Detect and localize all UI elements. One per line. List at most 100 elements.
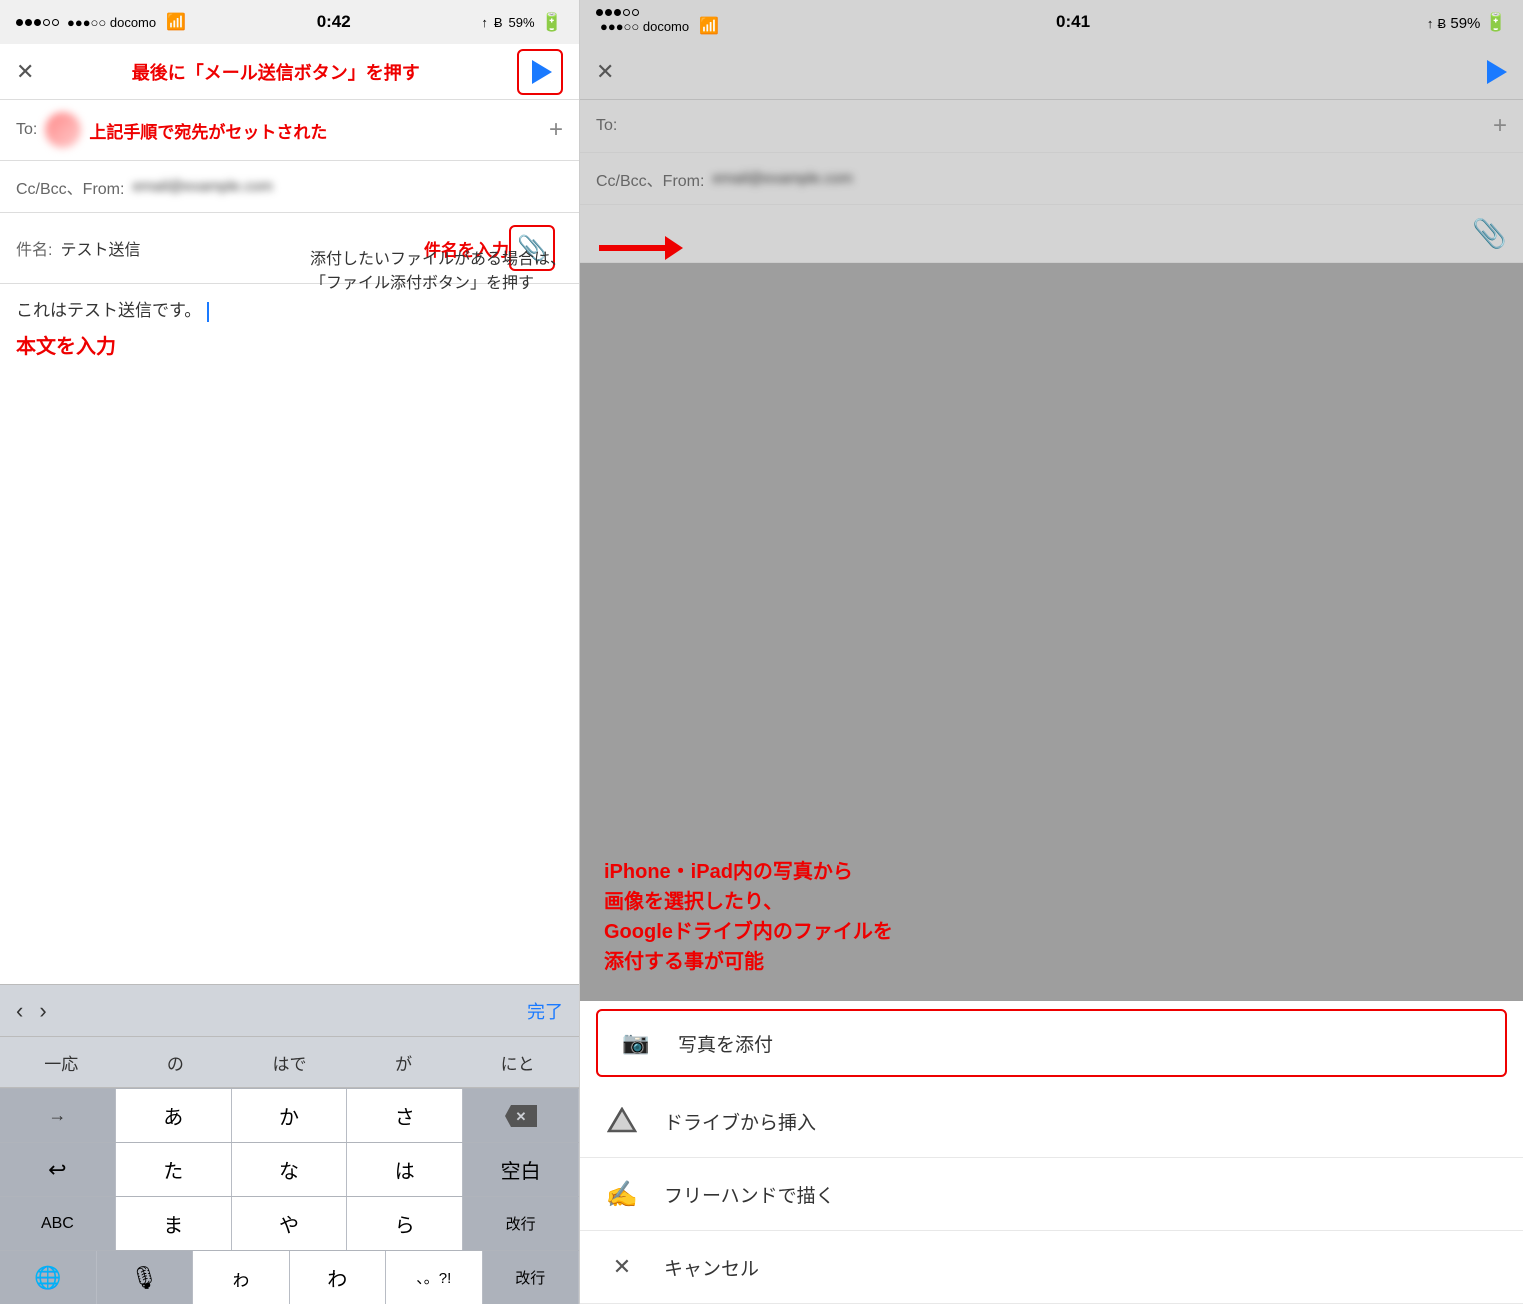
arrow-shaft xyxy=(599,245,669,251)
paperclip-icon: 📎 xyxy=(517,234,547,263)
freehand-button[interactable]: ✍ フリーハンドで描く xyxy=(580,1158,1523,1231)
arrow-head xyxy=(665,236,683,260)
right-battery-icon: 🔋 xyxy=(1485,12,1507,32)
drive-insert-label: ドライブから挿入 xyxy=(664,1108,816,1135)
drive-insert-button[interactable]: ドライブから挿入 xyxy=(580,1085,1523,1158)
suggestion-bar: 一応 の はで が にと xyxy=(0,1036,579,1088)
key-ra[interactable]: ら xyxy=(347,1197,463,1250)
keyboard-row-3: ABC ま や ら 改行 xyxy=(0,1196,579,1250)
right-to-label: To: xyxy=(596,117,617,135)
body-capability-annotation: iPhone・iPad内の写真から 画像を選択したり、 Googleドライブ内の… xyxy=(604,857,893,977)
right-add-recipient-button[interactable]: + xyxy=(1493,112,1507,140)
key-ha[interactable]: は xyxy=(347,1143,463,1196)
key-ta[interactable]: た xyxy=(116,1143,232,1196)
done-button[interactable]: 完了 xyxy=(527,998,563,1024)
battery-percent: 59% xyxy=(509,15,535,30)
drive-icon xyxy=(604,1103,640,1139)
to-label: To: xyxy=(16,121,37,139)
suggestion-4[interactable]: が xyxy=(395,1050,412,1075)
keyboard-toolbar: ‹ › 完了 xyxy=(0,984,579,1036)
cancel-button[interactable]: ✕ キャンセル xyxy=(580,1231,1523,1304)
subject-field: 件名: テスト送信 件名を入力 📎 xyxy=(0,213,579,284)
attach-photo-button[interactable]: 📷 写真を添付 xyxy=(596,1009,1507,1077)
key-arrow-right[interactable]: → xyxy=(0,1089,116,1142)
right-status-bar: ●●●○○ docomo 📶 0:41 ↑ Ƀ 59% 🔋 xyxy=(580,0,1523,44)
japanese-keyboard: → あ か さ ✕ ↩ た な は 空白 ABC ま xyxy=(0,1088,579,1304)
battery-icon: 🔋 xyxy=(541,12,563,33)
wifi-icon: 📶 xyxy=(166,12,186,32)
prev-field-button[interactable]: ‹ xyxy=(16,998,23,1024)
right-signal-icon xyxy=(596,9,719,16)
right-carrier: ●●●○○ docomo 📶 xyxy=(596,9,719,36)
close-button[interactable]: ✕ xyxy=(16,59,34,85)
send-icon xyxy=(532,60,552,84)
key-newline[interactable]: 改行 xyxy=(483,1251,580,1304)
cc-label: Cc/Bcc、From: xyxy=(16,175,124,199)
signal-icon xyxy=(16,19,59,26)
carrier-name: ●●●○○ docomo xyxy=(67,15,156,30)
right-close-button[interactable]: ✕ xyxy=(596,59,614,85)
to-annotation: 上記手順で宛先がセットされた xyxy=(89,118,327,143)
key-space[interactable]: 空白 xyxy=(463,1143,579,1196)
right-to-field: To: + xyxy=(580,100,1523,153)
right-panel: ●●●○○ docomo 📶 0:41 ↑ Ƀ 59% 🔋 ✕ To: + Cc… xyxy=(580,0,1523,1304)
attach-photo-label: 写真を添付 xyxy=(678,1030,773,1057)
key-wa[interactable]: わ xyxy=(290,1251,387,1304)
keyboard-row-4: 🌐 🎙 ゎ わ 、。?! 改行 xyxy=(0,1250,579,1304)
left-carrier: ●●●○○ docomo 📶 xyxy=(16,12,186,32)
right-toolbar: ✕ xyxy=(580,44,1523,100)
key-abc[interactable]: ABC xyxy=(0,1197,116,1250)
next-field-button[interactable]: › xyxy=(39,998,46,1024)
camera-icon: 📷 xyxy=(618,1025,654,1061)
suggestion-5[interactable]: にと xyxy=(501,1050,535,1075)
right-attachment-button[interactable]: 📎 xyxy=(1472,217,1507,250)
keyboard-nav: ‹ › xyxy=(16,998,527,1024)
key-wa-small[interactable]: ゎ xyxy=(193,1251,290,1304)
suggestion-2[interactable]: の xyxy=(167,1050,184,1075)
from-address: email@example.com xyxy=(132,178,272,195)
send-button[interactable] xyxy=(517,49,563,95)
right-cc-field: Cc/Bcc、From: email@example.com xyxy=(580,153,1523,205)
key-mic[interactable]: 🎙 xyxy=(97,1251,194,1304)
mail-body[interactable]: これはテスト送信です。 本文を入力 xyxy=(0,284,579,984)
text-cursor xyxy=(207,302,209,322)
bluetooth-icon: Ƀ xyxy=(494,15,503,30)
key-na[interactable]: な xyxy=(232,1143,348,1196)
key-punctuation[interactable]: 、。?! xyxy=(386,1251,483,1304)
key-sa[interactable]: さ xyxy=(347,1089,463,1142)
backspace-button[interactable]: ✕ xyxy=(463,1089,579,1142)
arrow-annotation xyxy=(599,245,669,251)
freehand-icon: ✍ xyxy=(604,1176,640,1212)
right-send-button[interactable] xyxy=(1483,60,1507,84)
right-wifi-icon: 📶 xyxy=(699,18,719,35)
right-battery-area: ↑ Ƀ 59% 🔋 xyxy=(1427,12,1507,33)
location-icon: ↑ xyxy=(481,15,488,30)
key-ya[interactable]: や xyxy=(232,1197,348,1250)
left-status-bar: ●●●○○ docomo 📶 0:42 ↑ Ƀ 59% 🔋 xyxy=(0,0,579,44)
key-enter[interactable]: 改行 xyxy=(463,1197,579,1250)
right-battery-percent: 59% xyxy=(1450,15,1480,32)
add-recipient-button[interactable]: + xyxy=(549,116,563,144)
right-from-address: email@example.com xyxy=(712,170,852,187)
key-globe[interactable]: 🌐 xyxy=(0,1251,97,1304)
backspace-icon: ✕ xyxy=(503,1103,539,1129)
right-body-area: iPhone・iPad内の写真から 画像を選択したり、 Googleドライブ内の… xyxy=(580,263,1523,1001)
cc-bcc-field: Cc/Bcc、From: email@example.com xyxy=(0,161,579,213)
battery-area: ↑ Ƀ 59% 🔋 xyxy=(481,12,563,33)
key-ma[interactable]: ま xyxy=(116,1197,232,1250)
key-return[interactable]: ↩ xyxy=(0,1143,116,1196)
key-a[interactable]: あ xyxy=(116,1089,232,1142)
key-ka[interactable]: か xyxy=(232,1089,348,1142)
keyboard-row-2: ↩ た な は 空白 xyxy=(0,1142,579,1196)
suggestion-1[interactable]: 一応 xyxy=(44,1050,78,1075)
time-display: 0:42 xyxy=(317,12,351,32)
subject-label: 件名: xyxy=(16,236,52,260)
suggestion-3[interactable]: はで xyxy=(272,1050,306,1075)
attachment-button-annotated[interactable]: 📎 xyxy=(509,225,555,271)
right-location-icon: ↑ xyxy=(1427,16,1434,31)
cancel-label: キャンセル xyxy=(664,1254,759,1281)
svg-text:✕: ✕ xyxy=(515,1109,526,1124)
body-text: これはテスト送信です。 xyxy=(16,301,201,320)
cancel-icon: ✕ xyxy=(604,1249,640,1285)
right-subject-field: 件名: 📎 xyxy=(580,205,1523,263)
